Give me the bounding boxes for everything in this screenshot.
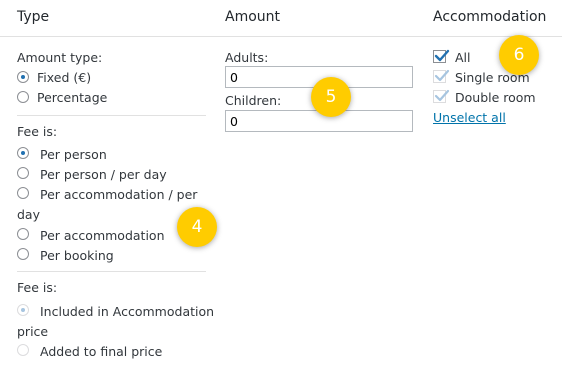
checkmark-icon: [434, 49, 450, 62]
children-label: Children:: [225, 93, 282, 108]
radio-per-accommodation-label: Per accommodation: [40, 228, 165, 243]
radio-fixed[interactable]: [17, 71, 29, 83]
checkbox-double-room[interactable]: [433, 89, 450, 103]
step-badge-4: 4: [177, 207, 217, 247]
amount-type-label: Amount type:: [17, 50, 103, 65]
radio-included-in-price[interactable]: [17, 304, 29, 316]
radio-per-accommodation-per-day-label-wrap: day: [17, 207, 40, 222]
radio-per-person[interactable]: [17, 147, 29, 159]
step-badge-5: 5: [311, 77, 351, 117]
radio-per-booking[interactable]: [17, 248, 29, 260]
checkmark-icon: [434, 89, 450, 102]
column-header-accommodation: Accommodation: [433, 9, 547, 25]
header-divider: [0, 36, 562, 37]
fee-is-label-2: Fee is:: [17, 280, 58, 295]
radio-per-accommodation-per-day-label: Per accommodation / per: [40, 187, 198, 202]
radio-added-to-final-price-label: Added to final price: [40, 344, 163, 359]
fee-is-label: Fee is:: [17, 124, 58, 139]
checkbox-all-label: All: [455, 50, 471, 65]
radio-per-person-per-day-label: Per person / per day: [40, 167, 167, 182]
checkbox-double-room-label: Double room: [455, 90, 536, 105]
radio-percentage-label: Percentage: [37, 90, 108, 105]
column-header-type: Type: [17, 9, 50, 25]
radio-per-booking-label: Per booking: [40, 248, 114, 263]
checkmark-icon: [434, 69, 450, 82]
radio-included-in-price-label: Included in Accommodation: [40, 304, 215, 319]
adults-label: Adults:: [225, 50, 269, 65]
checkbox-all[interactable]: [433, 49, 450, 63]
section-divider-1: [17, 115, 206, 116]
radio-added-to-final-price[interactable]: [17, 344, 29, 356]
radio-percentage[interactable]: [17, 91, 29, 103]
radio-fixed-label: Fixed (€): [37, 70, 92, 85]
unselect-all-link[interactable]: Unselect all: [433, 110, 506, 125]
radio-per-accommodation[interactable]: [17, 228, 29, 240]
radio-included-in-price-label-wrap: price: [17, 324, 49, 339]
checkbox-single-room[interactable]: [433, 69, 450, 83]
radio-per-person-label: Per person: [40, 147, 107, 162]
step-badge-6: 6: [499, 35, 539, 75]
section-divider-2: [17, 271, 206, 272]
radio-per-person-per-day[interactable]: [17, 167, 29, 179]
radio-per-accommodation-per-day[interactable]: [17, 187, 29, 199]
column-header-amount: Amount: [225, 9, 281, 25]
